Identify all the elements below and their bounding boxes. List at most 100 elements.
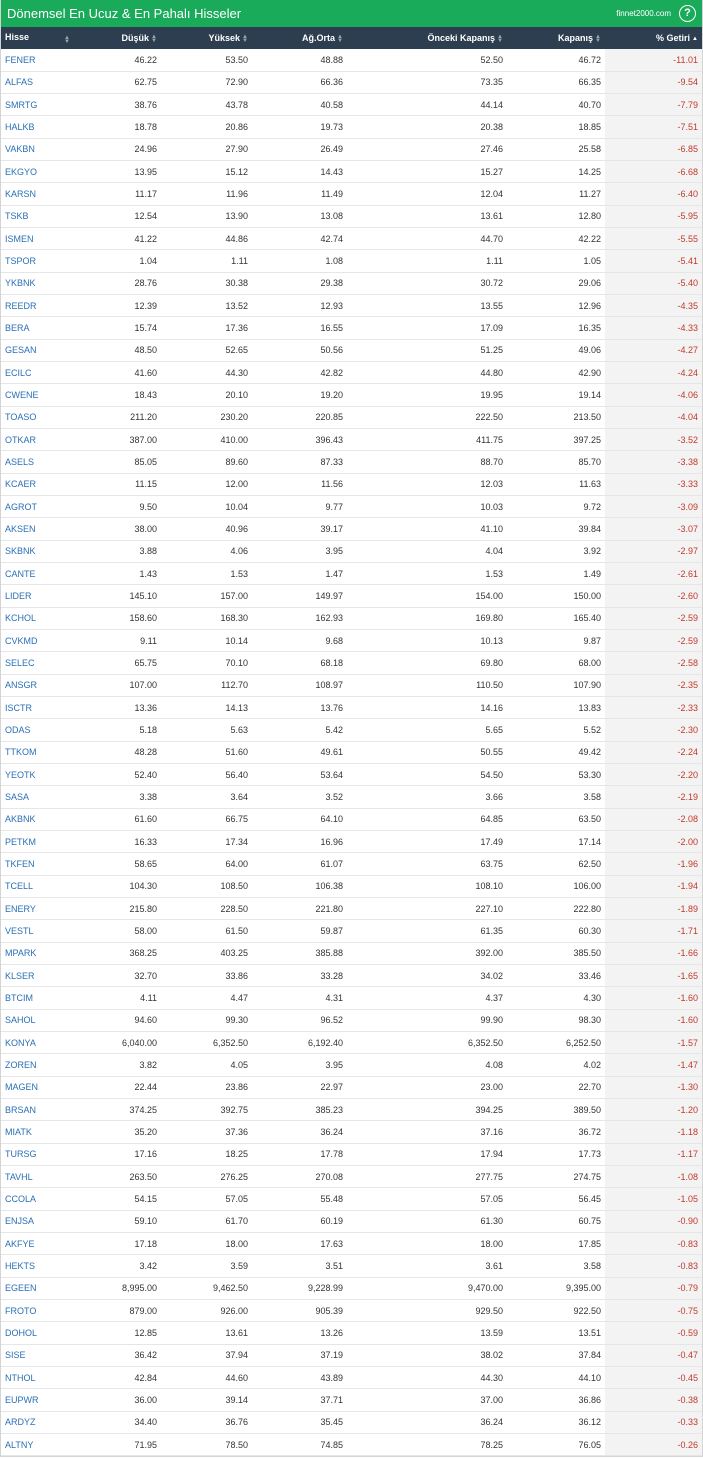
column-header-yuksek[interactable]: Yüksek ▲ ▼ bbox=[161, 27, 252, 49]
cell-symbol[interactable]: KARSN bbox=[1, 183, 75, 205]
table-row[interactable]: FROTO 879.00 926.00 905.39 929.50 922.50 -0.75 bbox=[1, 1299, 702, 1322]
table-row[interactable]: ARDYZ 34.40 36.76 35.45 36.24 36.12 -0.33 bbox=[1, 1411, 702, 1434]
table-row[interactable]: EUPWR 36.00 39.14 37.71 37.00 36.86 -0.38 bbox=[1, 1388, 702, 1412]
cell-symbol[interactable]: REEDR bbox=[1, 295, 75, 317]
table-row[interactable]: AKSEN 38.00 40.96 39.17 41.10 39.84 -3.07 bbox=[1, 517, 702, 541]
table-row[interactable]: DOHOL 12.85 13.61 13.26 13.59 13.51 -0.59 bbox=[1, 1321, 702, 1345]
brand-link[interactable]: finnet2000.com bbox=[616, 9, 671, 18]
cell-symbol[interactable]: TAVHL bbox=[1, 1165, 75, 1187]
cell-symbol[interactable]: ECILC bbox=[1, 362, 75, 384]
table-row[interactable]: EKGYO 13.95 15.12 14.43 15.27 14.25 -6.68 bbox=[1, 160, 702, 183]
cell-symbol[interactable]: CWENE bbox=[1, 384, 75, 406]
sort-icon[interactable]: ▲ ▼ bbox=[336, 34, 343, 44]
table-row[interactable]: KCHOL 158.60 168.30 162.93 169.80 165.40 -2.59 bbox=[1, 607, 702, 630]
cell-symbol[interactable]: HEKTS bbox=[1, 1255, 75, 1277]
table-row[interactable]: HEKTS 3.42 3.59 3.51 3.61 3.58 -0.83 bbox=[1, 1254, 702, 1278]
sort-icon[interactable]: ▲ ▼ bbox=[64, 35, 71, 45]
table-row[interactable]: OTKAR 387.00 410.00 396.43 411.75 397.25 -3.52 bbox=[1, 428, 702, 451]
table-row[interactable]: TOASO 211.20 230.20 220.85 222.50 213.50 -4.04 bbox=[1, 406, 702, 429]
cell-symbol[interactable]: YKBNK bbox=[1, 272, 75, 294]
table-row[interactable]: PETKM 16.33 17.34 16.96 17.49 17.14 -2.00 bbox=[1, 830, 702, 853]
table-row[interactable]: FENER 46.22 53.50 48.88 52.50 46.72 -11.01 bbox=[1, 49, 702, 72]
table-row[interactable]: ENJSA 59.10 61.70 60.19 61.30 60.75 -0.90 bbox=[1, 1210, 702, 1233]
cell-symbol[interactable]: AGROT bbox=[1, 496, 75, 518]
table-row[interactable]: TKFEN 58.65 64.00 61.07 63.75 62.50 -1.96 bbox=[1, 852, 702, 876]
table-row[interactable]: LIDER 145.10 157.00 149.97 154.00 150.00 -2.60 bbox=[1, 584, 702, 608]
cell-symbol[interactable]: BTCIM bbox=[1, 987, 75, 1009]
cell-symbol[interactable]: ODAS bbox=[1, 719, 75, 741]
table-row[interactable]: MPARK 368.25 403.25 385.88 392.00 385.50 -1.66 bbox=[1, 942, 702, 965]
table-row[interactable]: ISMEN 41.22 44.86 42.74 44.70 42.22 -5.55 bbox=[1, 227, 702, 250]
cell-symbol[interactable]: TSKB bbox=[1, 205, 75, 227]
column-header-ag-orta[interactable]: Ağ.Orta ▲ ▼ bbox=[252, 27, 347, 49]
help-icon[interactable]: ? bbox=[679, 5, 696, 22]
table-row[interactable]: TAVHL 263.50 276.25 270.08 277.75 274.75 -1.08 bbox=[1, 1165, 702, 1188]
cell-symbol[interactable]: ISCTR bbox=[1, 697, 75, 719]
table-row[interactable]: AKBNK 61.60 66.75 64.10 64.85 63.50 -2.08 bbox=[1, 808, 702, 831]
cell-symbol[interactable]: KONYA bbox=[1, 1031, 75, 1053]
cell-symbol[interactable]: TSPOR bbox=[1, 250, 75, 272]
cell-symbol[interactable]: OTKAR bbox=[1, 429, 75, 451]
table-row[interactable]: YEOTK 52.40 56.40 53.64 54.50 53.30 -2.20 bbox=[1, 763, 702, 786]
cell-symbol[interactable]: SISE bbox=[1, 1344, 75, 1366]
table-row[interactable]: SKBNK 3.88 4.06 3.95 4.04 3.92 -2.97 bbox=[1, 540, 702, 563]
table-row[interactable]: TURSG 17.16 18.25 17.78 17.94 17.73 -1.17 bbox=[1, 1143, 702, 1166]
table-row[interactable]: KONYA 6,040.00 6,352.50 6,192.40 6,352.50 6,2… bbox=[1, 1031, 702, 1054]
cell-symbol[interactable]: HALKB bbox=[1, 116, 75, 138]
cell-symbol[interactable]: PETKM bbox=[1, 830, 75, 852]
cell-symbol[interactable]: VAKBN bbox=[1, 138, 75, 160]
column-header-hisse[interactable]: Hisse ▲ ▼ bbox=[1, 27, 75, 49]
cell-symbol[interactable]: FROTO bbox=[1, 1299, 75, 1321]
table-row[interactable]: BRSAN 374.25 392.75 385.23 394.25 389.50 -1.20 bbox=[1, 1098, 702, 1121]
table-row[interactable]: VAKBN 24.96 27.90 26.49 27.46 25.58 -6.85 bbox=[1, 138, 702, 161]
cell-symbol[interactable]: ZOREN bbox=[1, 1054, 75, 1076]
table-row[interactable]: ECILC 41.60 44.30 42.82 44.80 42.90 -4.24 bbox=[1, 361, 702, 384]
cell-symbol[interactable]: SAHOL bbox=[1, 1009, 75, 1031]
cell-symbol[interactable]: CVKMD bbox=[1, 630, 75, 652]
column-header-kapanis[interactable]: Kapanış ▲ ▼ bbox=[507, 27, 605, 49]
table-row[interactable]: GESAN 48.50 52.65 50.56 51.25 49.06 -4.27 bbox=[1, 339, 702, 362]
table-row[interactable]: ANSGR 107.00 112.70 108.97 110.50 107.90 -2.35 bbox=[1, 674, 702, 697]
cell-symbol[interactable]: ARDYZ bbox=[1, 1411, 75, 1433]
table-row[interactable]: ALTNY 71.95 78.50 74.85 78.25 76.05 -0.26 bbox=[1, 1433, 702, 1456]
table-row[interactable]: NTHOL 42.84 44.60 43.89 44.30 44.10 -0.45 bbox=[1, 1366, 702, 1389]
table-row[interactable]: SELEC 65.75 70.10 68.18 69.80 68.00 -2.58 bbox=[1, 651, 702, 675]
column-header-onceki-kapanis[interactable]: Önceki Kapanış ▲ ▼ bbox=[347, 27, 507, 49]
cell-symbol[interactable]: SASA bbox=[1, 786, 75, 808]
cell-symbol[interactable]: MIATK bbox=[1, 1121, 75, 1143]
table-row[interactable]: ENERY 215.80 228.50 221.80 227.10 222.80 -1.89 bbox=[1, 897, 702, 920]
cell-symbol[interactable]: VESTL bbox=[1, 920, 75, 942]
table-row[interactable]: ZOREN 3.82 4.05 3.95 4.08 4.02 -1.47 bbox=[1, 1053, 702, 1077]
table-row[interactable]: VESTL 58.00 61.50 59.87 61.35 60.30 -1.71 bbox=[1, 919, 702, 943]
table-row[interactable]: BERA 15.74 17.36 16.55 17.09 16.35 -4.33 bbox=[1, 316, 702, 340]
cell-symbol[interactable]: NTHOL bbox=[1, 1366, 75, 1388]
cell-symbol[interactable]: ANSGR bbox=[1, 674, 75, 696]
table-row[interactable]: TSPOR 1.04 1.11 1.08 1.11 1.05 -5.41 bbox=[1, 249, 702, 273]
cell-symbol[interactable]: KLSER bbox=[1, 964, 75, 986]
table-row[interactable]: MAGEN 22.44 23.86 22.97 23.00 22.70 -1.30 bbox=[1, 1076, 702, 1099]
table-row[interactable]: YKBNK 28.76 30.38 29.38 30.72 29.06 -5.40 bbox=[1, 272, 702, 295]
cell-symbol[interactable]: CANTE bbox=[1, 563, 75, 585]
cell-symbol[interactable]: AKSEN bbox=[1, 518, 75, 540]
table-row[interactable]: TCELL 104.30 108.50 106.38 108.10 106.00 -1.94 bbox=[1, 875, 702, 898]
table-row[interactable]: KLSER 32.70 33.86 33.28 34.02 33.46 -1.65 bbox=[1, 964, 702, 987]
cell-symbol[interactable]: SKBNK bbox=[1, 540, 75, 562]
cell-symbol[interactable]: CCOLA bbox=[1, 1188, 75, 1210]
sort-icon[interactable]: ▲ ▼ bbox=[241, 34, 248, 44]
cell-symbol[interactable]: TTKOM bbox=[1, 741, 75, 763]
table-row[interactable]: CWENE 18.43 20.10 19.20 19.95 19.14 -4.06 bbox=[1, 383, 702, 407]
cell-symbol[interactable]: EUPWR bbox=[1, 1389, 75, 1411]
table-row[interactable]: KCAER 11.15 12.00 11.56 12.03 11.63 -3.33 bbox=[1, 473, 702, 496]
table-row[interactable]: ASELS 85.05 89.60 87.33 88.70 85.70 -3.38 bbox=[1, 450, 702, 474]
table-row[interactable]: CCOLA 54.15 57.05 55.48 57.05 56.45 -1.05 bbox=[1, 1187, 702, 1211]
cell-symbol[interactable]: LIDER bbox=[1, 585, 75, 607]
sort-icon[interactable]: ▲ ▼ bbox=[150, 34, 157, 44]
table-row[interactable]: ISCTR 13.36 14.13 13.76 14.16 13.83 -2.33 bbox=[1, 696, 702, 719]
cell-symbol[interactable]: TURSG bbox=[1, 1143, 75, 1165]
cell-symbol[interactable]: ALFAS bbox=[1, 71, 75, 93]
cell-symbol[interactable]: BRSAN bbox=[1, 1098, 75, 1120]
sort-icon[interactable]: ▲ ▼ bbox=[594, 34, 601, 44]
table-row[interactable]: TTKOM 48.28 51.60 49.61 50.55 49.42 -2.24 bbox=[1, 741, 702, 764]
cell-symbol[interactable]: MAGEN bbox=[1, 1076, 75, 1098]
cell-symbol[interactable]: ENERY bbox=[1, 897, 75, 919]
